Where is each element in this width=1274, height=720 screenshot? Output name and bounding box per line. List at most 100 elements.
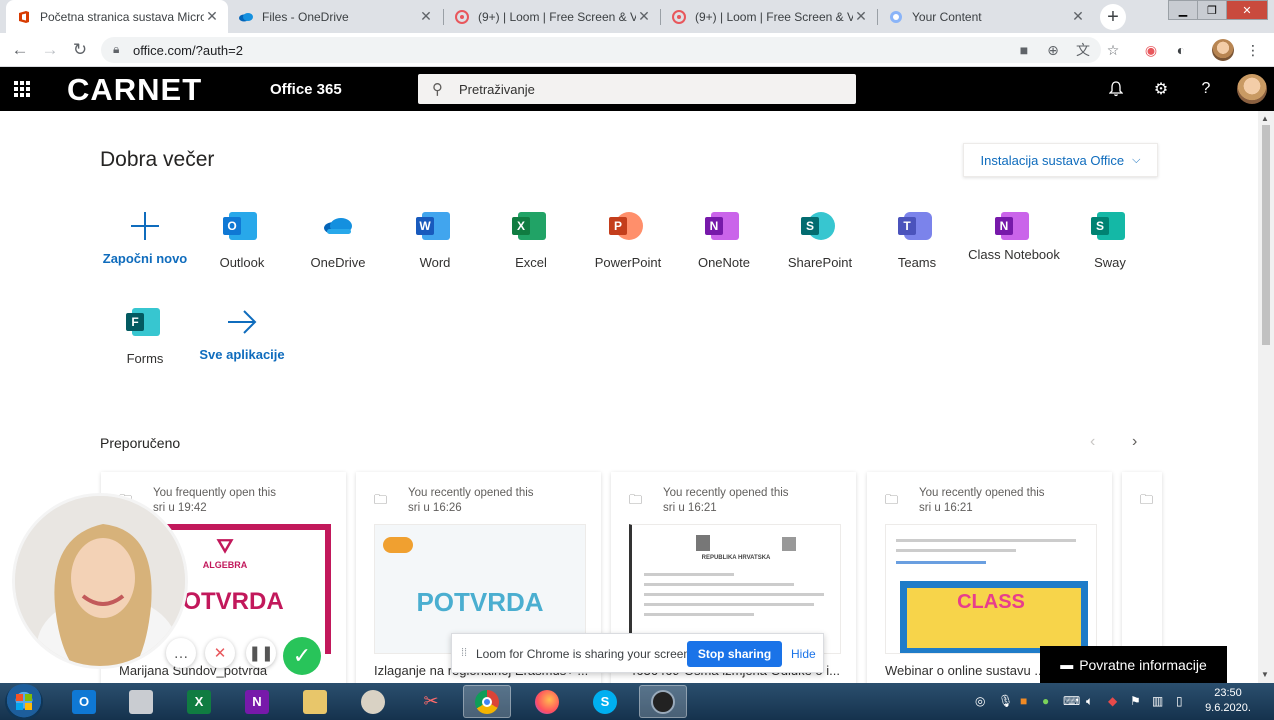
loom-cancel-icon[interactable]: ✕ [205, 638, 235, 668]
tab-close-icon[interactable]: ✕ [204, 8, 220, 25]
start-button[interactable] [5, 684, 43, 720]
app-powerpoint[interactable]: P PowerPoint [582, 209, 674, 271]
tab-loom-1[interactable]: (9+) | Loom | Free Screen & Vid ✕ [444, 0, 660, 33]
comment-icon: ▬ [1060, 657, 1074, 672]
close-window-button[interactable]: ✕ [1226, 0, 1268, 20]
scissors-icon: ✂ [423, 691, 439, 711]
tab-close-icon[interactable]: ✕ [636, 8, 652, 25]
extension-icon[interactable]: ◐ [1172, 41, 1190, 59]
power-icon[interactable]: ▯ [1176, 694, 1183, 708]
suite-name[interactable]: Office 365 [270, 81, 342, 98]
taskbar-skype[interactable]: S [581, 685, 629, 718]
app-label: Sve aplikacije [199, 347, 285, 362]
bookmark-star-icon[interactable]: ☆ [1104, 41, 1122, 59]
tab-close-icon[interactable]: ✕ [1070, 8, 1086, 25]
feedback-button[interactable]: ▬ Povratne informacije [1040, 646, 1227, 683]
taskbar-recorder[interactable] [639, 685, 687, 718]
taskbar-excel[interactable]: X [175, 685, 223, 718]
app-sway[interactable]: S Sway [1064, 209, 1156, 271]
taskbar-explorer[interactable] [291, 685, 339, 718]
office-header: CARNET Office 365 ⚲ Pretraživanje ⚙ ? [0, 67, 1274, 111]
tab-loom-2[interactable]: (9+) | Loom | Free Screen & Vid ✕ [661, 0, 877, 33]
restore-window-button[interactable]: ❐ [1197, 0, 1227, 20]
loom-finish-icon[interactable]: ✓ [283, 637, 321, 675]
profile-avatar[interactable] [1212, 39, 1234, 61]
app-sharepoint[interactable]: S SharePoint [774, 209, 866, 271]
chrome-menu-icon[interactable]: ⋮ [1244, 41, 1262, 59]
app-forms[interactable]: F Forms [99, 305, 191, 367]
back-arrow-icon[interactable]: ← [8, 38, 32, 62]
hide-link[interactable]: Hide [791, 647, 816, 661]
scrollbar-thumb[interactable] [1262, 125, 1270, 345]
reload-icon[interactable]: ↻ [68, 38, 92, 62]
tab-close-icon[interactable]: ✕ [853, 8, 869, 25]
camera-icon[interactable]: ■ [1015, 41, 1033, 59]
app-launcher-icon[interactable] [14, 81, 30, 97]
carnet-logo[interactable]: CARNET [67, 72, 202, 108]
carousel-prev-icon[interactable]: ‹ [1090, 433, 1095, 451]
app-label: Teams [897, 255, 937, 270]
tab-onedrive[interactable]: Files - OneDrive ✕ [228, 0, 442, 33]
tray-target-icon[interactable]: ◎ [975, 694, 985, 708]
app-class-notebook[interactable]: N Class Notebook [968, 209, 1060, 263]
scroll-up-icon[interactable]: ▲ [1261, 114, 1269, 123]
new-tab-button[interactable]: + [1100, 4, 1126, 30]
app-label: Class Notebook [968, 247, 1060, 262]
loom-extension-icon[interactable]: ◉ [1142, 41, 1160, 59]
app-onenote[interactable]: N OneNote [678, 209, 770, 271]
add-location-icon[interactable]: ⊕ [1044, 41, 1062, 59]
install-office-button[interactable]: Instalacija sustava Office ⌵ [963, 143, 1158, 177]
app-onedrive[interactable]: OneDrive [292, 209, 384, 271]
tray-app-icon[interactable]: ■ [1020, 694, 1027, 708]
help-icon[interactable]: ? [1196, 79, 1216, 99]
volume-icon[interactable]: 🔈︎ [1086, 694, 1093, 709]
taskbar-onenote[interactable]: N [233, 685, 281, 718]
card-thumbnail: CLASS [885, 524, 1097, 654]
page-scrollbar[interactable]: ▲ ▼ [1258, 111, 1274, 683]
taskbar-clock[interactable]: 23:50 9.6.2020. [1202, 686, 1254, 716]
bell-icon[interactable] [1106, 79, 1126, 99]
browser-toolbar: ← → ↻ 🔒︎ office.com/?auth=2 ■ ⊕ 文 ☆ ◉ ◐ … [0, 33, 1274, 67]
carousel-next-icon[interactable]: › [1132, 433, 1137, 451]
forward-arrow-icon[interactable]: → [38, 38, 62, 62]
forms-icon: F [126, 305, 162, 339]
app-word[interactable]: W Word [389, 209, 481, 271]
user-avatar[interactable] [1237, 74, 1267, 104]
card-reason-text: You frequently open this [153, 487, 276, 499]
tab-your-content[interactable]: Your Content ✕ [878, 0, 1094, 33]
scroll-down-icon[interactable]: ▼ [1261, 670, 1269, 679]
minimize-window-button[interactable]: ▁ [1168, 0, 1198, 20]
stop-sharing-button[interactable]: Stop sharing [687, 641, 782, 667]
tray-alert-icon[interactable]: ◆ [1108, 694, 1117, 708]
tray-mic-icon[interactable]: 🎙︎ [998, 694, 1013, 708]
tray-keyboard-icon[interactable]: ⌨ [1063, 694, 1080, 708]
search-input[interactable]: ⚲ Pretraživanje [418, 74, 856, 104]
taskbar-snipping-tool[interactable]: ✂ [407, 685, 455, 718]
app-start-new[interactable]: Započni novo [99, 209, 191, 267]
address-bar[interactable]: 🔒︎ office.com/?auth=2 [101, 37, 1101, 63]
loom-camera-bubble[interactable] [12, 493, 188, 669]
network-icon[interactable]: ▥ [1152, 694, 1163, 708]
gear-icon[interactable]: ⚙ [1151, 79, 1171, 99]
loom-more-icon[interactable]: … [166, 638, 196, 668]
taskbar-chrome[interactable] [463, 685, 511, 718]
taskbar-firefox[interactable] [523, 685, 571, 718]
folder-icon [303, 689, 327, 714]
drag-handle-icon[interactable]: ⁞⁞ [461, 647, 467, 659]
loom-pause-icon[interactable]: ❚❚ [246, 638, 276, 668]
tray-app-icon[interactable]: ● [1042, 694, 1049, 708]
tab-title: (9+) | Loom | Free Screen & Vid [478, 9, 636, 24]
tab-office-home[interactable]: Početna stranica sustava Micro ✕ [6, 0, 228, 33]
app-teams[interactable]: T Teams [871, 209, 963, 271]
sway-icon: S [1091, 209, 1127, 243]
tab-close-icon[interactable]: ✕ [418, 8, 434, 25]
taskbar-paint[interactable] [349, 685, 397, 718]
translate-icon[interactable]: 文 [1074, 41, 1092, 59]
app-excel[interactable]: X Excel [485, 209, 577, 271]
app-all-apps[interactable]: Sve aplikacije [196, 305, 288, 363]
folder-icon: 🗀 [1140, 492, 1154, 507]
app-outlook[interactable]: O Outlook [196, 209, 288, 271]
tray-flag-icon[interactable]: ⚑ [1130, 694, 1141, 708]
taskbar-scanner[interactable] [117, 685, 165, 718]
taskbar-outlook[interactable]: O [60, 685, 108, 718]
